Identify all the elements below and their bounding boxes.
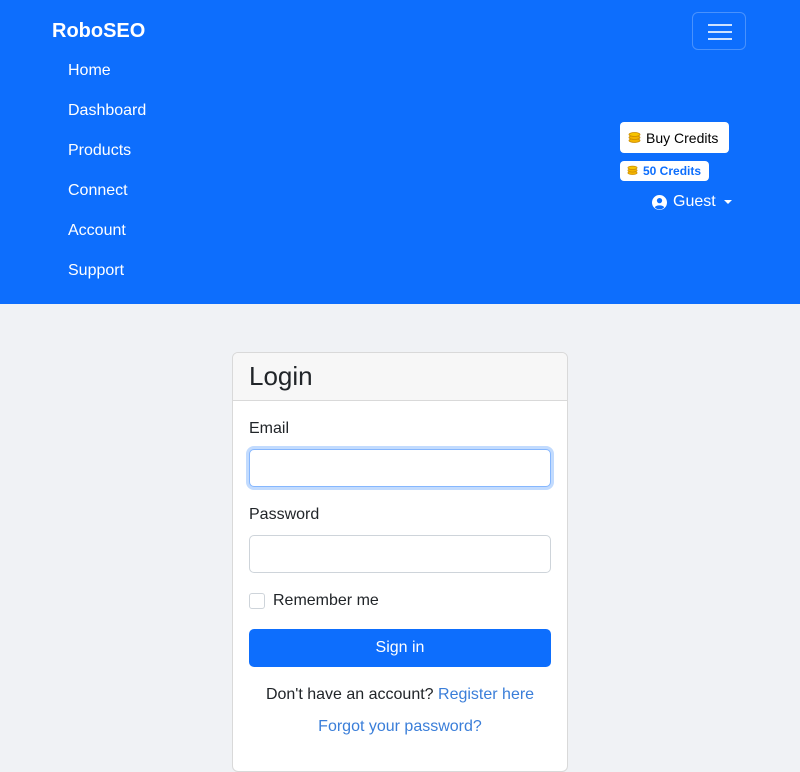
forgot-password-link[interactable]: Forgot your password?: [318, 718, 482, 735]
nav-item-products[interactable]: Products: [68, 142, 131, 160]
register-prompt: Don't have an account? Register here: [233, 686, 567, 704]
coins-icon: [627, 164, 638, 178]
caret-down-icon: [723, 200, 732, 204]
user-label: Guest: [673, 193, 716, 210]
credits-badge: 50 Credits: [620, 161, 709, 181]
email-input[interactable]: [249, 449, 551, 487]
login-card: Login Email Password Remember me Sign in…: [232, 352, 568, 772]
forgot-password-row: Forgot your password?: [233, 718, 567, 736]
login-card-header: Login: [233, 353, 567, 401]
user-dropdown[interactable]: Guest: [652, 192, 732, 212]
register-link[interactable]: Register here: [438, 686, 534, 703]
nav-item-dashboard[interactable]: Dashboard: [68, 102, 146, 120]
remember-me-label[interactable]: Remember me: [273, 592, 379, 610]
buy-credits-label: Buy Credits: [646, 129, 719, 146]
navbar-toggler-button[interactable]: [692, 12, 746, 50]
nav-item-connect[interactable]: Connect: [68, 182, 128, 200]
hamburger-icon: [708, 24, 732, 26]
email-label: Email: [249, 420, 290, 437]
buy-credits-button[interactable]: Buy Credits: [620, 122, 729, 153]
sign-in-button[interactable]: Sign in: [249, 629, 551, 667]
password-input[interactable]: [249, 535, 551, 573]
sign-in-label: Sign in: [375, 639, 425, 656]
hamburger-icon: [708, 38, 732, 40]
credits-badge-label: 50 Credits: [643, 164, 702, 178]
nav-item-home[interactable]: Home: [68, 62, 111, 80]
nav-item-account[interactable]: Account: [68, 222, 126, 240]
coins-icon: [628, 130, 641, 146]
nav-item-support[interactable]: Support: [68, 262, 124, 280]
hamburger-icon: [708, 31, 732, 33]
password-label: Password: [249, 506, 320, 523]
login-title: Login: [249, 361, 313, 391]
brand-logo[interactable]: RoboSEO: [52, 20, 145, 43]
navbar: RoboSEO Home Dashboard Products Connect …: [0, 0, 800, 304]
no-account-text: Don't have an account?: [265, 686, 434, 703]
user-circle-icon: [652, 194, 667, 210]
remember-me-checkbox[interactable]: [249, 593, 265, 609]
